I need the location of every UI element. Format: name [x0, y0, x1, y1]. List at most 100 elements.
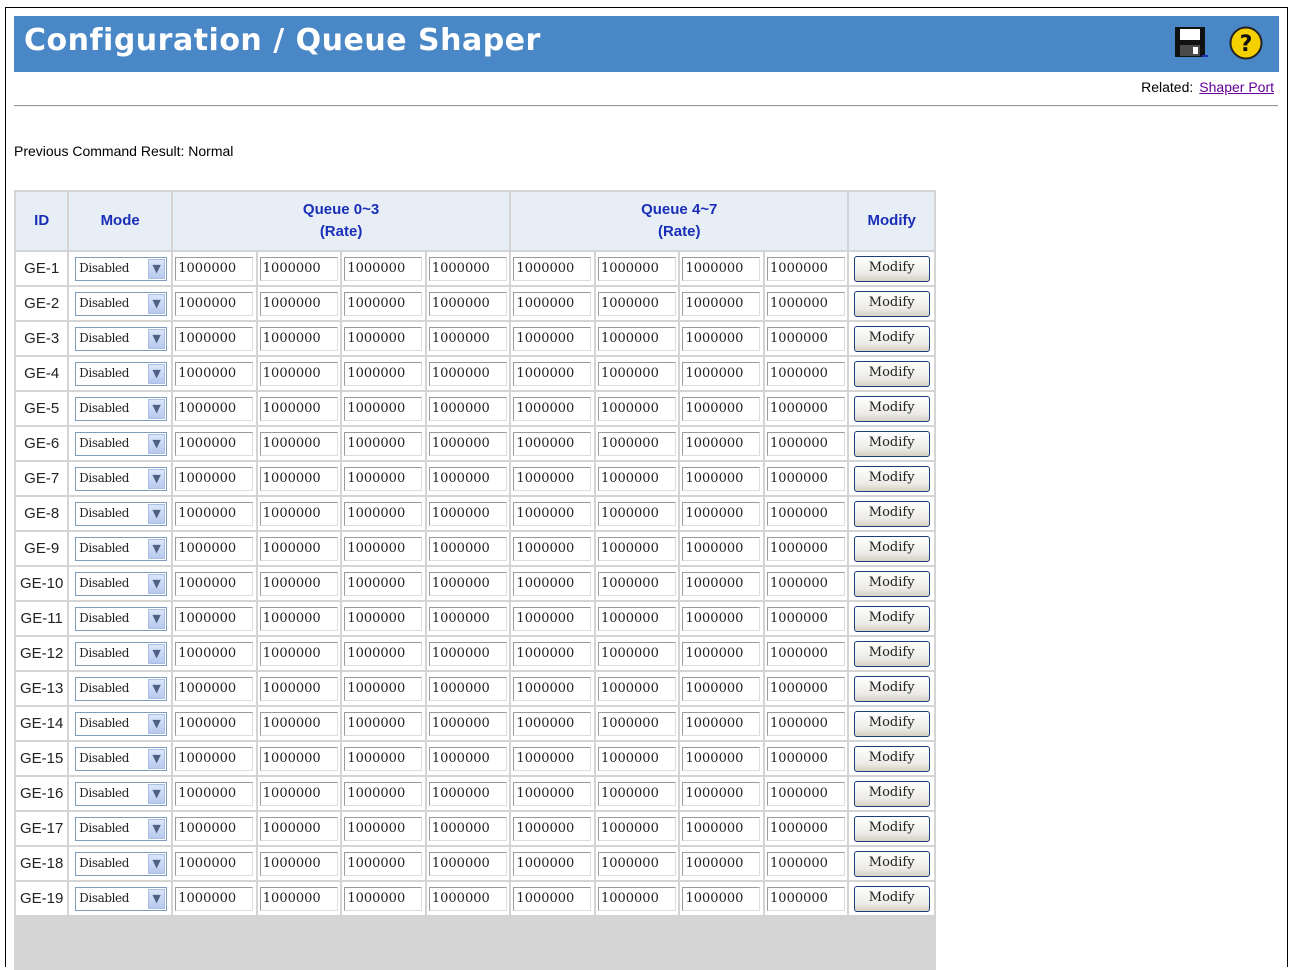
queue-1-rate-input[interactable]: 1000000	[259, 781, 338, 806]
queue-0-rate-input[interactable]: 1000000	[175, 781, 254, 806]
queue-1-rate-input[interactable]: 1000000	[259, 431, 338, 456]
queue-5-rate-input[interactable]: 1000000	[597, 256, 676, 281]
queue-4-rate-input[interactable]: 1000000	[513, 256, 592, 281]
queue-7-rate-input[interactable]: 1000000	[767, 501, 846, 526]
chevron-down-icon[interactable]: ▼	[148, 608, 166, 629]
mode-select[interactable]: Disabled ▼	[75, 711, 168, 736]
queue-1-rate-input[interactable]: 1000000	[259, 536, 338, 561]
queue-5-rate-input[interactable]: 1000000	[597, 571, 676, 596]
chevron-down-icon[interactable]: ▼	[148, 468, 166, 489]
mode-select[interactable]: Disabled ▼	[75, 361, 168, 386]
queue-6-rate-input[interactable]: 1000000	[682, 816, 761, 841]
queue-5-rate-input[interactable]: 1000000	[597, 291, 676, 316]
chevron-down-icon[interactable]: ▼	[148, 538, 166, 559]
queue-7-rate-input[interactable]: 1000000	[767, 676, 846, 701]
queue-0-rate-input[interactable]: 1000000	[175, 361, 254, 386]
queue-2-rate-input[interactable]: 1000000	[344, 886, 423, 911]
queue-3-rate-input[interactable]: 1000000	[428, 431, 507, 456]
queue-0-rate-input[interactable]: 1000000	[175, 816, 254, 841]
mode-select[interactable]: Disabled ▼	[75, 571, 168, 596]
queue-5-rate-input[interactable]: 1000000	[597, 851, 676, 876]
queue-4-rate-input[interactable]: 1000000	[513, 711, 592, 736]
queue-4-rate-input[interactable]: 1000000	[513, 431, 592, 456]
queue-1-rate-input[interactable]: 1000000	[259, 606, 338, 631]
queue-0-rate-input[interactable]: 1000000	[175, 501, 254, 526]
queue-1-rate-input[interactable]: 1000000	[259, 256, 338, 281]
queue-4-rate-input[interactable]: 1000000	[513, 396, 592, 421]
chevron-down-icon[interactable]: ▼	[148, 503, 166, 524]
queue-5-rate-input[interactable]: 1000000	[597, 746, 676, 771]
chevron-down-icon[interactable]: ▼	[148, 853, 166, 874]
queue-3-rate-input[interactable]: 1000000	[428, 571, 507, 596]
queue-5-rate-input[interactable]: 1000000	[597, 361, 676, 386]
mode-select[interactable]: Disabled ▼	[75, 536, 168, 561]
modify-button[interactable]: Modify	[853, 710, 930, 737]
queue-5-rate-input[interactable]: 1000000	[597, 816, 676, 841]
queue-4-rate-input[interactable]: 1000000	[513, 746, 592, 771]
queue-3-rate-input[interactable]: 1000000	[428, 851, 507, 876]
chevron-down-icon[interactable]: ▼	[148, 258, 166, 279]
chevron-down-icon[interactable]: ▼	[148, 783, 166, 804]
queue-2-rate-input[interactable]: 1000000	[344, 326, 423, 351]
chevron-down-icon[interactable]: ▼	[148, 398, 166, 419]
queue-3-rate-input[interactable]: 1000000	[428, 256, 507, 281]
queue-3-rate-input[interactable]: 1000000	[428, 816, 507, 841]
queue-4-rate-input[interactable]: 1000000	[513, 781, 592, 806]
queue-4-rate-input[interactable]: 1000000	[513, 326, 592, 351]
queue-6-rate-input[interactable]: 1000000	[682, 711, 761, 736]
mode-select[interactable]: Disabled ▼	[75, 781, 168, 806]
modify-button[interactable]: Modify	[853, 780, 930, 807]
queue-0-rate-input[interactable]: 1000000	[175, 676, 254, 701]
queue-2-rate-input[interactable]: 1000000	[344, 781, 423, 806]
modify-button[interactable]: Modify	[853, 815, 930, 842]
queue-6-rate-input[interactable]: 1000000	[682, 571, 761, 596]
chevron-down-icon[interactable]: ▼	[148, 328, 166, 349]
queue-0-rate-input[interactable]: 1000000	[175, 606, 254, 631]
mode-select[interactable]: Disabled ▼	[75, 606, 168, 631]
queue-6-rate-input[interactable]: 1000000	[682, 886, 761, 911]
queue-5-rate-input[interactable]: 1000000	[597, 396, 676, 421]
modify-button[interactable]: Modify	[853, 675, 930, 702]
mode-select[interactable]: Disabled ▼	[75, 676, 168, 701]
queue-5-rate-input[interactable]: 1000000	[597, 501, 676, 526]
queue-1-rate-input[interactable]: 1000000	[259, 501, 338, 526]
chevron-down-icon[interactable]: ▼	[148, 363, 166, 384]
chevron-down-icon[interactable]: ▼	[148, 293, 166, 314]
queue-0-rate-input[interactable]: 1000000	[175, 641, 254, 666]
queue-3-rate-input[interactable]: 1000000	[428, 326, 507, 351]
queue-6-rate-input[interactable]: 1000000	[682, 256, 761, 281]
queue-2-rate-input[interactable]: 1000000	[344, 641, 423, 666]
queue-7-rate-input[interactable]: 1000000	[767, 431, 846, 456]
modify-button[interactable]: Modify	[853, 290, 930, 317]
queue-4-rate-input[interactable]: 1000000	[513, 641, 592, 666]
queue-4-rate-input[interactable]: 1000000	[513, 886, 592, 911]
queue-2-rate-input[interactable]: 1000000	[344, 746, 423, 771]
queue-7-rate-input[interactable]: 1000000	[767, 571, 846, 596]
queue-6-rate-input[interactable]: 1000000	[682, 606, 761, 631]
queue-6-rate-input[interactable]: 1000000	[682, 291, 761, 316]
queue-7-rate-input[interactable]: 1000000	[767, 536, 846, 561]
queue-7-rate-input[interactable]: 1000000	[767, 256, 846, 281]
queue-3-rate-input[interactable]: 1000000	[428, 606, 507, 631]
mode-select[interactable]: Disabled ▼	[75, 816, 168, 841]
queue-3-rate-input[interactable]: 1000000	[428, 396, 507, 421]
queue-6-rate-input[interactable]: 1000000	[682, 781, 761, 806]
queue-3-rate-input[interactable]: 1000000	[428, 536, 507, 561]
queue-1-rate-input[interactable]: 1000000	[259, 711, 338, 736]
help-icon[interactable]: ?	[1229, 26, 1263, 60]
queue-3-rate-input[interactable]: 1000000	[428, 676, 507, 701]
queue-3-rate-input[interactable]: 1000000	[428, 781, 507, 806]
modify-button[interactable]: Modify	[853, 360, 930, 387]
queue-2-rate-input[interactable]: 1000000	[344, 361, 423, 386]
queue-7-rate-input[interactable]: 1000000	[767, 466, 846, 491]
queue-1-rate-input[interactable]: 1000000	[259, 326, 338, 351]
save-icon[interactable]	[1174, 26, 1208, 58]
queue-4-rate-input[interactable]: 1000000	[513, 851, 592, 876]
queue-3-rate-input[interactable]: 1000000	[428, 746, 507, 771]
queue-7-rate-input[interactable]: 1000000	[767, 816, 846, 841]
queue-1-rate-input[interactable]: 1000000	[259, 466, 338, 491]
mode-select[interactable]: Disabled ▼	[75, 326, 168, 351]
chevron-down-icon[interactable]: ▼	[148, 573, 166, 594]
modify-button[interactable]: Modify	[853, 885, 930, 912]
queue-2-rate-input[interactable]: 1000000	[344, 816, 423, 841]
